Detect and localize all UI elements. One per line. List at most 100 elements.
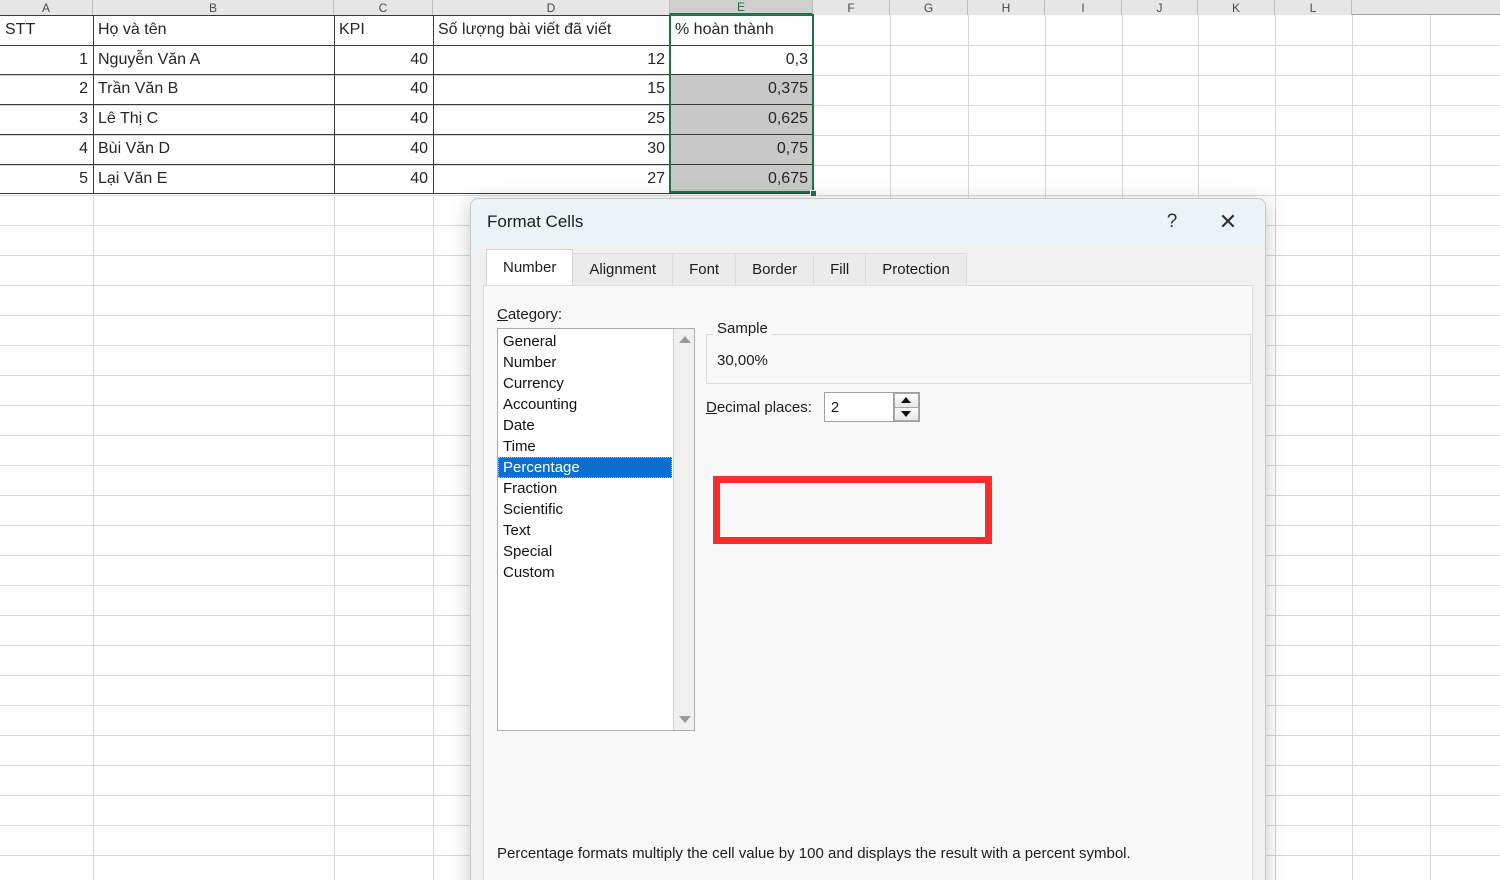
category-item-percentage[interactable]: Percentage: [498, 457, 672, 478]
table-border: [0, 134, 813, 135]
table-cell[interactable]: 0,3: [670, 45, 813, 74]
sample-legend: Sample: [713, 320, 772, 337]
column-header-e[interactable]: E: [670, 0, 813, 15]
category-item-time[interactable]: Time: [498, 436, 672, 457]
screen: ABCDEFGHIJKL STT Họ và tên KPI Số lượng bài…: [0, 0, 1500, 880]
column-header-a[interactable]: A: [0, 0, 93, 15]
table-border: [93, 15, 94, 193]
table-header-cell[interactable]: STT: [0, 15, 93, 45]
tab-alignment[interactable]: Alignment: [572, 253, 674, 285]
table-border: [0, 164, 813, 165]
column-header-j[interactable]: J: [1122, 0, 1198, 15]
table-cell[interactable]: 0,675: [670, 164, 813, 193]
table-cell[interactable]: 25: [433, 104, 670, 134]
tab-number[interactable]: Number: [486, 249, 574, 285]
dialog-body: Category: General Number Currency Accountin…: [483, 285, 1253, 880]
table-cell[interactable]: 15: [433, 74, 670, 104]
category-label: Category:: [497, 306, 563, 323]
column-header-row: ABCDEFGHIJKL: [0, 0, 1500, 15]
column-header-f[interactable]: F: [813, 0, 890, 15]
category-item-general[interactable]: General: [498, 331, 672, 352]
table-border: [433, 15, 434, 193]
table-border: [0, 193, 813, 194]
table-cell[interactable]: 12: [433, 45, 670, 74]
table-cell[interactable]: 0,625: [670, 104, 813, 134]
table-cell[interactable]: Lê Thị C: [93, 104, 334, 134]
table-cell[interactable]: 0,375: [670, 74, 813, 104]
gridline-vertical: [1275, 15, 1276, 880]
decimal-places-input[interactable]: 2: [825, 399, 893, 416]
table-border: [0, 45, 813, 46]
category-item-scientific[interactable]: Scientific: [498, 499, 672, 520]
table-cell[interactable]: Lại Văn E: [93, 164, 334, 193]
column-header-d[interactable]: D: [433, 0, 670, 15]
column-header-i[interactable]: I: [1045, 0, 1122, 15]
table-cell[interactable]: 40: [334, 134, 433, 164]
triangle-up-icon[interactable]: [674, 329, 694, 350]
category-item-date[interactable]: Date: [498, 415, 672, 436]
table-cell[interactable]: Bùi Văn D: [93, 134, 334, 164]
spinner-buttons: [892, 393, 919, 421]
red-highlight-annotation: [713, 476, 992, 544]
category-item-currency[interactable]: Currency: [498, 373, 672, 394]
table-border: [0, 15, 813, 16]
table-cell[interactable]: Trần Văn B: [93, 74, 334, 104]
dialog-title: Format Cells: [487, 212, 584, 231]
table-cell[interactable]: 40: [334, 74, 433, 104]
table-cell[interactable]: 27: [433, 164, 670, 193]
category-item-number[interactable]: Number: [498, 352, 672, 373]
sample-groupbox: [706, 334, 1251, 384]
fill-handle[interactable]: [810, 190, 817, 197]
column-header-b[interactable]: B: [93, 0, 334, 15]
close-icon[interactable]: ✕: [1205, 199, 1251, 245]
table-header-cell[interactable]: KPI: [334, 15, 433, 45]
category-scrollbar[interactable]: [673, 329, 694, 730]
column-header-c[interactable]: C: [334, 0, 433, 15]
table-border: [0, 104, 813, 105]
dialog-tabstrip: Number Alignment Font Border Fill Protection: [471, 249, 1265, 285]
table-cell[interactable]: 40: [334, 104, 433, 134]
table-cell[interactable]: 0,75: [670, 134, 813, 164]
category-listbox[interactable]: General Number Currency Accounting Date Time P…: [497, 328, 695, 731]
spinner-down-icon[interactable]: [893, 407, 919, 421]
decimal-places-stepper[interactable]: 2: [823, 392, 920, 422]
table-cell[interactable]: 30: [433, 134, 670, 164]
sample-value: 30,00%: [717, 352, 768, 369]
dialog-titlebar[interactable]: Format Cells ? ✕: [471, 199, 1265, 245]
tab-protection[interactable]: Protection: [865, 253, 967, 285]
table-cell[interactable]: Nguyễn Văn A: [93, 45, 334, 74]
decimal-places-row: Decimal places: 2: [706, 391, 920, 423]
category-item-fraction[interactable]: Fraction: [498, 478, 672, 499]
tab-font[interactable]: Font: [672, 253, 737, 285]
table-cell[interactable]: 40: [334, 164, 433, 193]
table-border: [334, 15, 335, 193]
gridline-vertical: [1352, 15, 1353, 880]
category-item-text[interactable]: Text: [498, 520, 672, 541]
help-icon[interactable]: ?: [1149, 199, 1195, 245]
column-header-k[interactable]: K: [1198, 0, 1275, 15]
table-cell[interactable]: 5: [0, 164, 93, 193]
tab-border[interactable]: Border: [735, 253, 815, 285]
table-header-cell[interactable]: Số lượng bài viết đã viết: [433, 15, 670, 45]
decimal-places-label: Decimal places:: [706, 398, 812, 416]
column-header-g[interactable]: G: [890, 0, 968, 15]
table-header-cell[interactable]: % hoàn thành: [670, 15, 813, 45]
table-cell[interactable]: 1: [0, 45, 93, 74]
table-header-cell[interactable]: Họ và tên: [93, 15, 334, 45]
tab-fill[interactable]: Fill: [813, 253, 867, 285]
table-cell[interactable]: 3: [0, 104, 93, 134]
column-header-l[interactable]: L: [1275, 0, 1352, 15]
category-item-custom[interactable]: Custom: [498, 562, 672, 583]
table-cell[interactable]: 40: [334, 45, 433, 74]
triangle-down-icon[interactable]: [674, 709, 694, 730]
table-cell[interactable]: 4: [0, 134, 93, 164]
category-item-special[interactable]: Special: [498, 541, 672, 562]
column-header-h[interactable]: H: [968, 0, 1045, 15]
category-item-accounting[interactable]: Accounting: [498, 394, 672, 415]
category-list-items: General Number Currency Accounting Date Time P…: [498, 331, 672, 583]
table-cell[interactable]: 2: [0, 74, 93, 104]
table-border: [670, 15, 671, 193]
spinner-up-icon[interactable]: [893, 393, 919, 408]
gridline-vertical: [1430, 15, 1431, 880]
table-border: [0, 74, 813, 75]
